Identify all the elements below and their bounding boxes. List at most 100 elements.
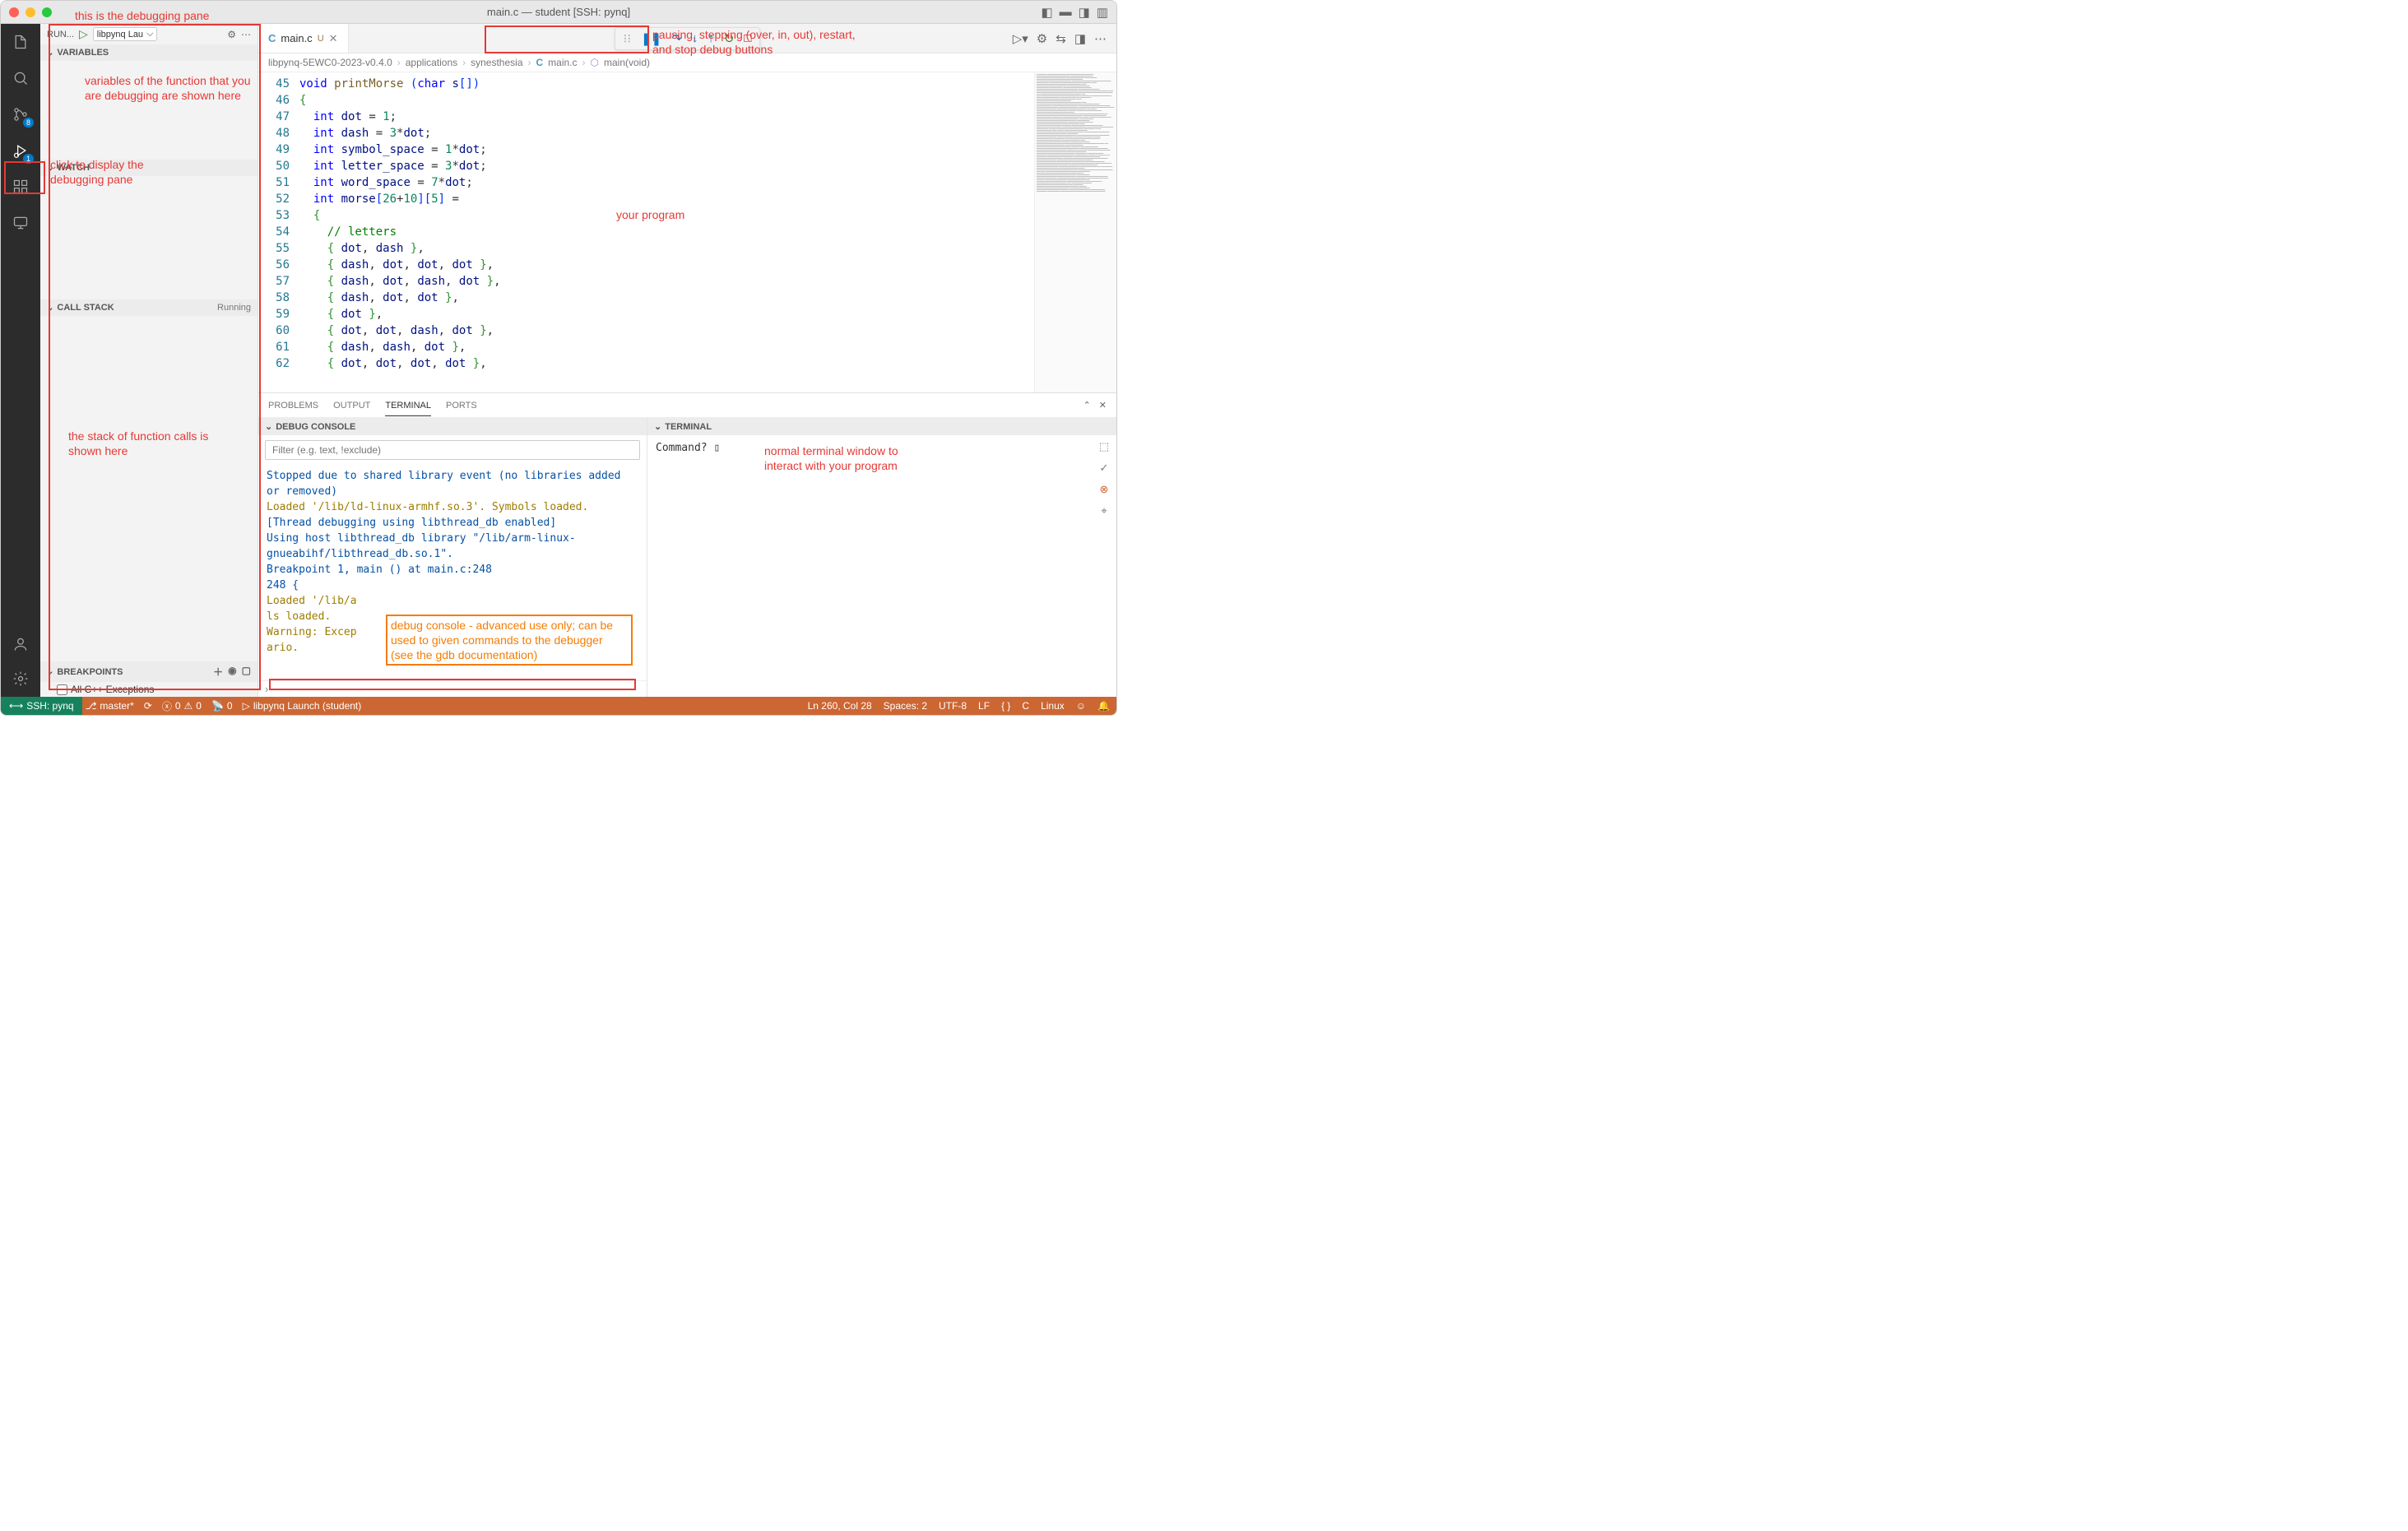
more-editor-actions-icon[interactable]: ⋯ <box>1094 31 1107 46</box>
variables-section-header[interactable]: ⌄VARIABLES <box>40 44 258 61</box>
c-file-icon: C <box>536 57 544 68</box>
remote-explorer-icon[interactable] <box>9 211 32 234</box>
source-control-icon[interactable]: 8 <box>9 103 32 126</box>
breakpoint-checkbox[interactable] <box>57 684 67 695</box>
tab-problems[interactable]: PROBLEMS <box>268 401 318 411</box>
notifications-icon[interactable]: 🔔 <box>1097 700 1110 712</box>
callstack-status: Running <box>217 303 251 313</box>
split-editor-icon[interactable]: ◨ <box>1074 31 1086 46</box>
minimize-window-button[interactable] <box>26 7 35 17</box>
accounts-icon[interactable] <box>9 633 32 656</box>
encoding[interactable]: UTF-8 <box>939 700 967 712</box>
debug-settings-gear-icon[interactable]: ⚙ <box>227 29 236 40</box>
maximize-window-button[interactable] <box>42 7 52 17</box>
language-mode[interactable]: C <box>1022 700 1029 712</box>
debug-console-filter-input[interactable] <box>265 440 640 460</box>
eol[interactable]: LF <box>978 700 990 712</box>
editor-group: C main.c U ✕ ⁝⁝ ❚❚ ↷ ↓ ↑ ↻ □ ▷▾ ⚙ <box>258 24 1116 697</box>
watch-section-body <box>40 176 258 299</box>
terminal-bug-icon[interactable]: ⊗ <box>1100 483 1109 496</box>
branch-icon: ⎇ <box>86 700 97 712</box>
tab-ports[interactable]: PORTS <box>446 401 477 411</box>
run-file-button[interactable]: ▷▾ <box>1013 31 1028 46</box>
breakpoint-label: All C++ Exceptions <box>71 684 154 695</box>
terminal-content[interactable]: Command? ▯ <box>647 435 1092 697</box>
minimap[interactable]: ▬ ▬▬▬▬▬ ▬▬▬▬▬▬▬▬▬▬▬▬▬▬▬▬▬▬▬▬▬▬▬▬▬▬▬▬ ▬▬▬… <box>1034 72 1116 392</box>
add-breakpoint-icon[interactable]: ＋ <box>213 665 223 679</box>
step-out-button[interactable]: ↑ <box>708 31 714 45</box>
explorer-icon[interactable] <box>9 30 32 53</box>
activity-bar: 8 1 <box>1 24 40 697</box>
tab-git-status: U <box>318 34 324 44</box>
remote-icon: ⟷ <box>9 700 23 712</box>
restart-button[interactable]: ↻ <box>724 31 735 46</box>
chevron-down-icon: ⌄ <box>265 421 272 432</box>
debug-toolbar: ⁝⁝ ❚❚ ↷ ↓ ↑ ↻ □ <box>615 27 761 50</box>
run-header: RUN... ▷ libpynq Lau⌵ ⚙ ⋯ <box>40 24 258 44</box>
close-panel-icon[interactable]: ✕ <box>1099 400 1107 411</box>
code-content[interactable]: void printMorse (char s[]){ int dot = 1;… <box>299 76 1034 392</box>
indentation[interactable]: Spaces: 2 <box>884 700 927 712</box>
terminal-pane: ⌄TERMINAL Command? ▯ ⬚ ✓ ⊗ ⌖ <box>647 418 1116 697</box>
editor-tabbar: C main.c U ✕ ⁝⁝ ❚❚ ↷ ↓ ↑ ↻ □ ▷▾ ⚙ <box>258 24 1116 53</box>
debug-console-prompt[interactable]: › <box>258 680 647 697</box>
maximize-panel-icon[interactable]: ⌃ <box>1083 400 1091 411</box>
tab-output[interactable]: OUTPUT <box>333 401 370 411</box>
toggle-panel-icon[interactable]: ▬ <box>1060 5 1072 20</box>
terminal-debug-icon[interactable]: ⌖ <box>1101 504 1107 517</box>
extensions-icon[interactable] <box>9 175 32 198</box>
feedback-icon[interactable]: ☺ <box>1076 700 1086 712</box>
line-number-gutter: 454647484950515253545556575859606162 <box>258 76 299 392</box>
tab-filename: main.c <box>281 32 312 44</box>
git-branch-item[interactable]: ⎇master* <box>86 700 134 712</box>
debug-badge: 1 <box>23 154 34 164</box>
editor-settings-icon[interactable]: ⚙ <box>1037 31 1047 46</box>
breakpoints-section-header[interactable]: ⌄BREAKPOINTS ＋ ◉ ▢ <box>40 661 258 682</box>
terminal-header[interactable]: ⌄TERMINAL <box>647 418 1116 435</box>
problems-status[interactable]: ⓧ0 ⚠0 <box>162 699 202 713</box>
window-controls <box>9 7 52 17</box>
sync-button[interactable]: ⟳ <box>144 700 152 712</box>
variables-section-body <box>40 61 258 160</box>
ports-status[interactable]: 📡0 <box>211 700 233 712</box>
debug-console-output[interactable]: Stopped due to shared library event (no … <box>258 465 647 680</box>
close-tab-icon[interactable]: ✕ <box>329 32 338 45</box>
terminal-side-icons: ⬚ ✓ ⊗ ⌖ <box>1092 435 1116 697</box>
step-into-button[interactable]: ↓ <box>692 31 698 45</box>
tab-terminal[interactable]: TERMINAL <box>385 401 431 416</box>
chevron-down-icon: ⌄ <box>47 667 53 676</box>
step-over-button[interactable]: ↷ <box>671 31 682 46</box>
toggle-breakpoints-icon[interactable]: ◉ <box>228 665 236 679</box>
drag-handle-icon[interactable]: ⁝⁝ <box>624 31 632 46</box>
debug-config-select[interactable]: libpynq Lau⌵ <box>93 27 158 41</box>
lang-braces[interactable]: { } <box>1001 700 1010 712</box>
toggle-primary-sidebar-icon[interactable]: ◧ <box>1041 5 1052 20</box>
debug-target[interactable]: ▷libpynq Launch (student) <box>243 700 362 712</box>
watch-section-header[interactable]: ⌄WATCH <box>40 160 258 176</box>
remove-breakpoints-icon[interactable]: ▢ <box>242 665 251 679</box>
start-debug-button[interactable]: ▷ <box>79 27 88 41</box>
breadcrumb[interactable]: libpynq-5EWC0-2023-v0.4.0› applications›… <box>258 53 1116 72</box>
pause-button[interactable]: ❚❚ <box>641 31 661 46</box>
terminal-cube-icon[interactable]: ⬚ <box>1099 440 1109 453</box>
run-debug-icon[interactable]: 1 <box>9 139 32 162</box>
diff-icon[interactable]: ⇆ <box>1056 31 1066 46</box>
more-actions-icon[interactable]: ⋯ <box>241 29 251 40</box>
function-icon: ⬡ <box>591 57 599 68</box>
remote-ssh-indicator[interactable]: ⟷SSH: pynq <box>1 697 82 715</box>
toggle-secondary-sidebar-icon[interactable]: ◨ <box>1079 5 1090 20</box>
search-icon[interactable] <box>9 67 32 90</box>
terminal-check-icon[interactable]: ✓ <box>1100 462 1109 475</box>
stop-button[interactable]: □ <box>744 31 751 45</box>
cursor-position[interactable]: Ln 260, Col 28 <box>808 700 872 712</box>
customize-layout-icon[interactable]: ▥ <box>1097 5 1108 20</box>
debug-console-header[interactable]: ⌄DEBUG CONSOLE <box>258 418 647 435</box>
close-window-button[interactable] <box>9 7 19 17</box>
antenna-icon: 📡 <box>211 700 224 712</box>
status-bar: ⟷SSH: pynq ⎇master* ⟳ ⓧ0 ⚠0 📡0 ▷libpynq … <box>1 697 1116 715</box>
code-editor[interactable]: 454647484950515253545556575859606162 voi… <box>258 72 1034 392</box>
editor-tab-main-c[interactable]: C main.c U ✕ <box>258 24 349 53</box>
settings-gear-icon[interactable] <box>9 667 32 690</box>
os-indicator[interactable]: Linux <box>1041 700 1065 712</box>
callstack-section-header[interactable]: ⌄CALL STACKRunning <box>40 299 258 316</box>
